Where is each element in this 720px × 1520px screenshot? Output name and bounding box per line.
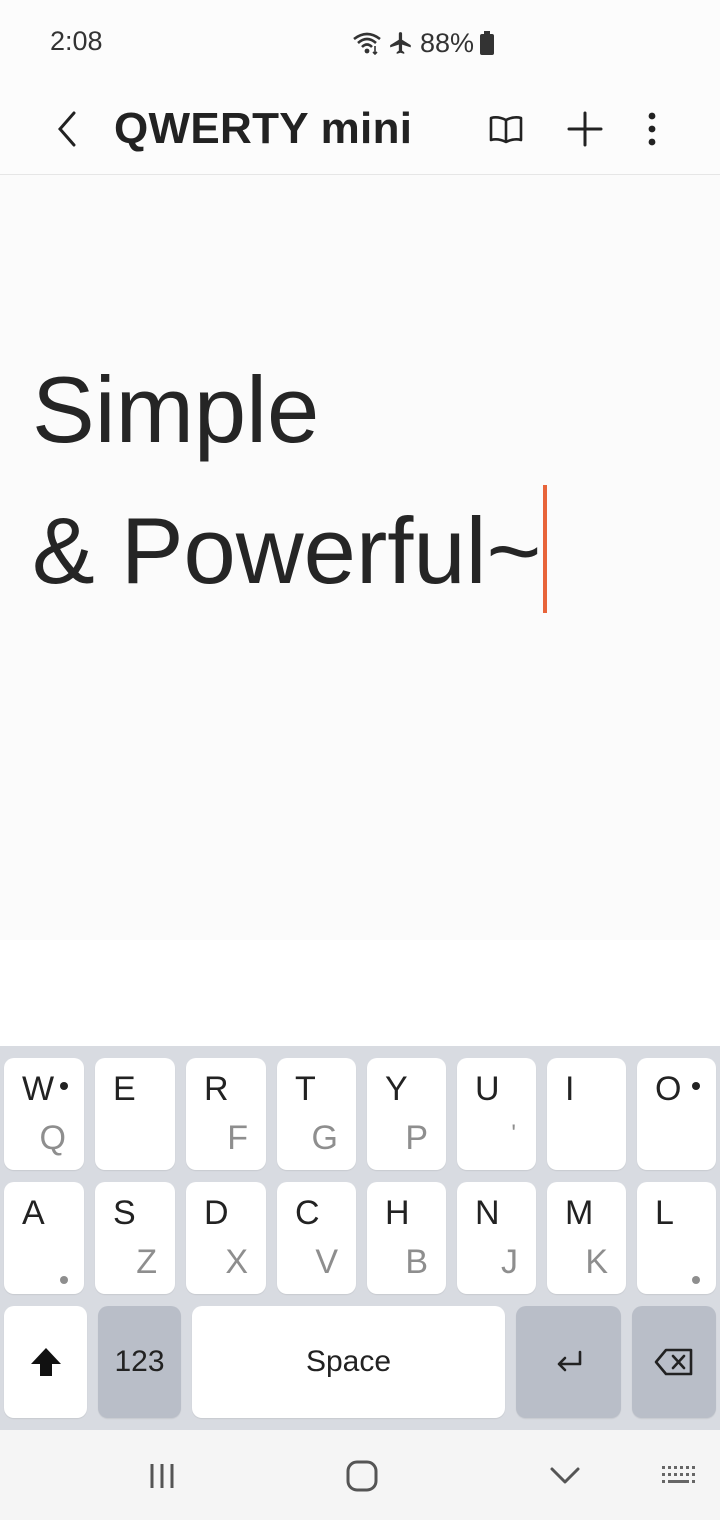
more-options-button[interactable] [624, 100, 680, 158]
key-secondary-label: B [405, 1243, 428, 1281]
keyboard-switch-button[interactable] [648, 1448, 708, 1504]
status-bar: 2:08 88% [0, 0, 720, 84]
key-primary-label: C [295, 1194, 320, 1232]
battery-percent: 88% [420, 27, 475, 58]
hide-keyboard-icon [550, 1467, 580, 1484]
editor-line-1: Simple [32, 357, 320, 462]
key-s-z[interactable]: S Z [95, 1182, 175, 1294]
key-h-b[interactable]: H B [367, 1182, 446, 1294]
key-primary-label: S [113, 1194, 136, 1232]
add-icon [567, 111, 603, 147]
key-r-f[interactable]: R F [186, 1058, 266, 1170]
text-cursor [543, 485, 548, 613]
key-secondary-label: P [405, 1119, 428, 1157]
key-w-q[interactable]: W Q [4, 1058, 84, 1170]
key-primary-label: N [475, 1194, 500, 1232]
keyboard-switch-icon [662, 1466, 695, 1483]
key-i[interactable]: I [547, 1058, 626, 1170]
key-primary-label: R [204, 1070, 229, 1108]
key-secondary-label: X [225, 1243, 248, 1281]
space-key[interactable]: Space [192, 1306, 505, 1418]
enter-icon [557, 1350, 581, 1372]
key-c-v[interactable]: C V [277, 1182, 356, 1294]
home-button[interactable] [332, 1448, 392, 1504]
page-title: QWERTY mini [114, 104, 413, 153]
key-primary-label: L [655, 1194, 674, 1232]
key-l[interactable]: L [637, 1182, 716, 1294]
keyboard: W Q E R F T G Y P U ' I O A S Z D X C V … [0, 1046, 720, 1430]
key-d-x[interactable]: D X [186, 1182, 266, 1294]
hide-keyboard-button[interactable] [535, 1448, 595, 1504]
key-n-j[interactable]: N J [457, 1182, 536, 1294]
navigation-bar [0, 1430, 720, 1520]
key-secondary-label: V [315, 1243, 338, 1281]
key-primary-label: T [295, 1070, 316, 1108]
suggestion-area [0, 940, 720, 1046]
editor-line-2-text: & Powerful~ [32, 498, 542, 603]
key-primary-label: A [22, 1194, 45, 1232]
airplane-icon [390, 32, 411, 54]
key-m-k[interactable]: M K [547, 1182, 626, 1294]
text-editor[interactable]: Simple & Powerful~ [0, 175, 720, 940]
key-secondary-label: J [501, 1243, 518, 1281]
key-primary-label: M [565, 1194, 594, 1232]
shift-key[interactable] [4, 1306, 87, 1418]
numbers-key[interactable]: 123 [98, 1306, 181, 1418]
key-y-p[interactable]: Y P [367, 1058, 446, 1170]
add-button[interactable] [557, 100, 613, 158]
key-primary-label: I [565, 1070, 575, 1108]
battery-icon [480, 31, 495, 55]
book-button[interactable] [478, 100, 534, 158]
key-primary-label: H [385, 1194, 410, 1232]
recents-button[interactable] [132, 1448, 192, 1504]
key-secondary-label: G [311, 1119, 338, 1157]
status-icons: 88% [352, 26, 495, 60]
back-icon [58, 111, 76, 147]
key-primary-label: O [655, 1070, 682, 1108]
home-icon [346, 1460, 378, 1492]
key-primary-label: W [22, 1070, 55, 1108]
key-a[interactable]: A [4, 1182, 84, 1294]
key-e[interactable]: E [95, 1058, 175, 1170]
shift-icon [30, 1348, 61, 1376]
numbers-key-label: 123 [114, 1345, 165, 1378]
key-primary-label: Y [385, 1070, 408, 1108]
app-bar: QWERTY mini [0, 84, 720, 175]
backspace-icon [654, 1348, 693, 1376]
key-o[interactable]: O [637, 1058, 716, 1170]
recents-icon [150, 1464, 174, 1488]
space-key-label: Space [305, 1345, 392, 1378]
key-primary-label: U [475, 1070, 500, 1108]
key-u-apostrophe[interactable]: U ' [457, 1058, 536, 1170]
key-t-g[interactable]: T G [277, 1058, 356, 1170]
wifi-icon [353, 32, 381, 55]
key-dot [60, 1082, 68, 1090]
key-primary-label: D [204, 1194, 229, 1232]
back-button[interactable] [44, 100, 90, 158]
key-secondary-label: Q [39, 1119, 66, 1157]
enter-key[interactable] [516, 1306, 621, 1418]
backspace-key[interactable] [632, 1306, 716, 1418]
editor-line-2: & Powerful~ [32, 485, 548, 613]
book-icon [489, 116, 523, 144]
key-secondary-label: F [227, 1119, 248, 1157]
key-secondary-label: Z [136, 1243, 157, 1281]
key-dot [60, 1276, 68, 1284]
key-primary-label: E [113, 1070, 136, 1108]
key-dot [692, 1082, 700, 1090]
key-secondary-label: K [585, 1243, 608, 1281]
key-dot [692, 1276, 700, 1284]
more-icon [648, 112, 656, 146]
key-secondary-label: ' [511, 1120, 516, 1147]
status-time: 2:08 [50, 26, 103, 56]
